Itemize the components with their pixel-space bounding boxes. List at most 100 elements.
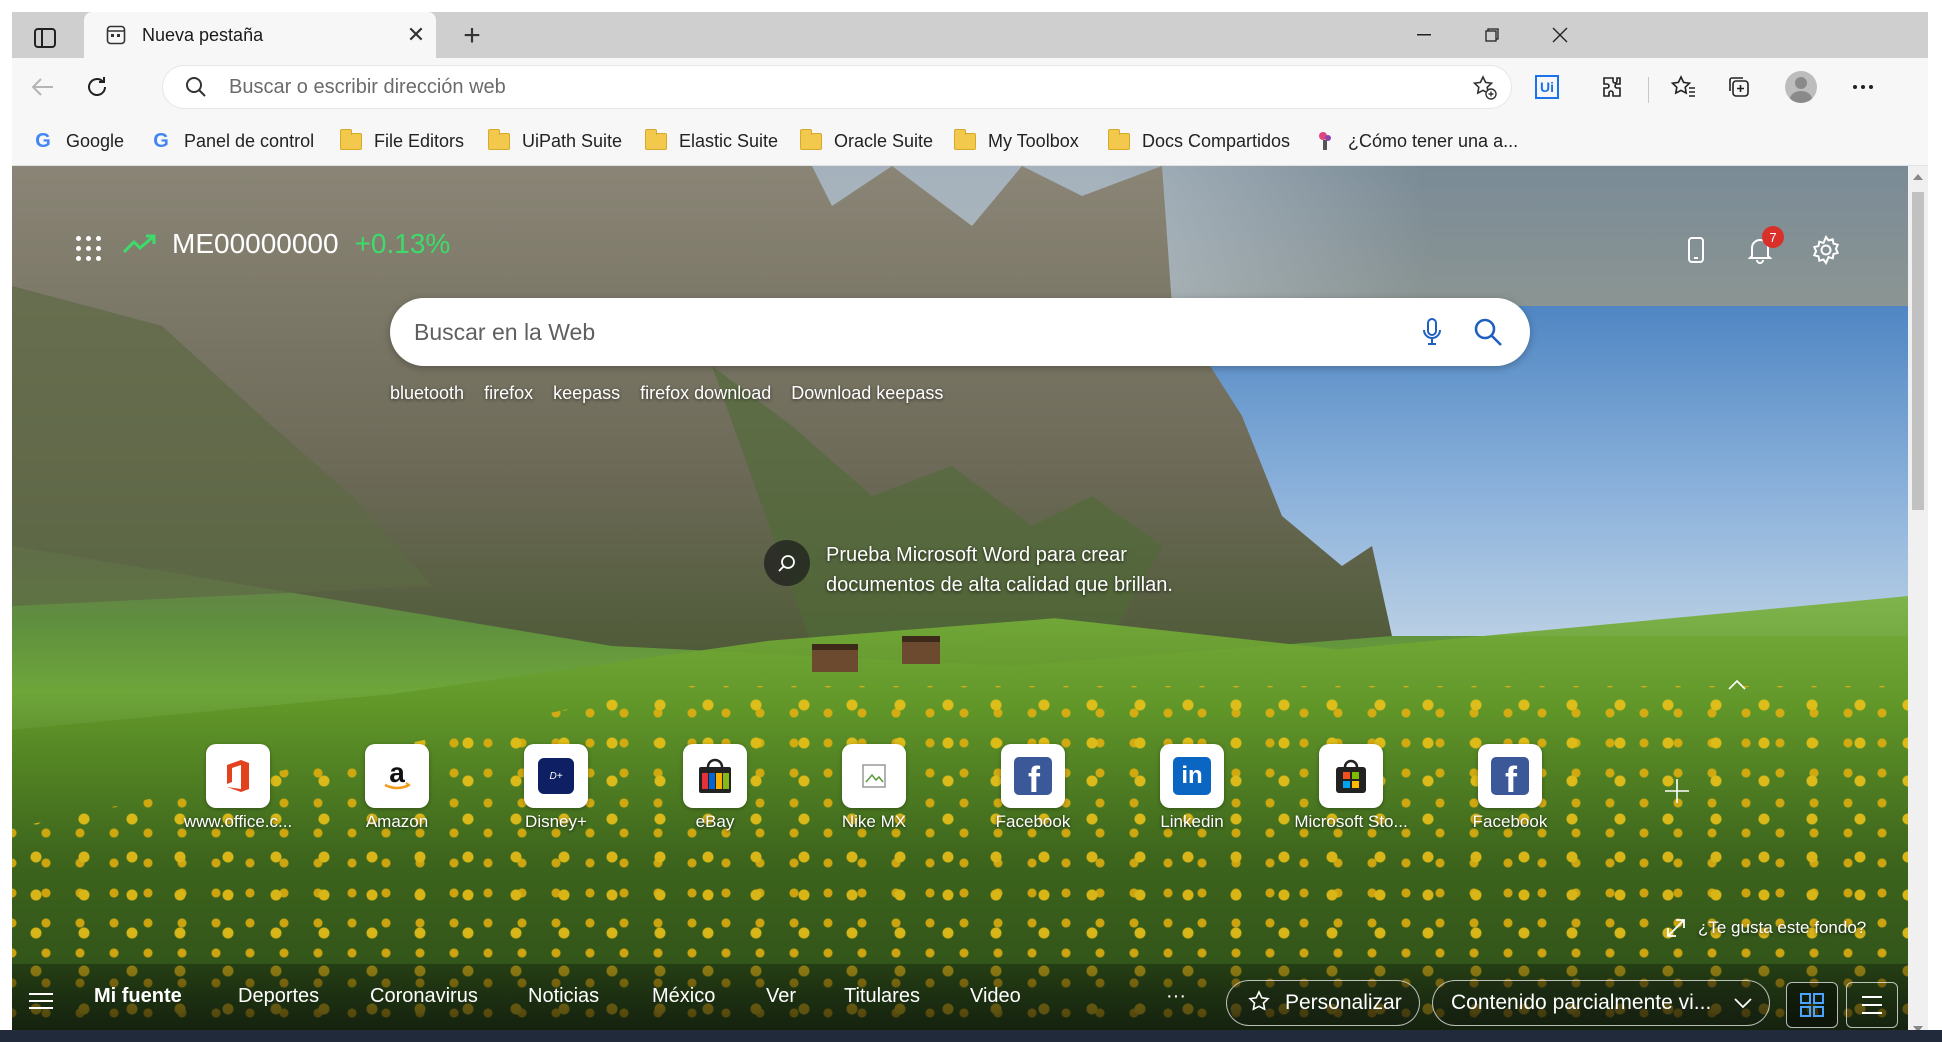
- gear-icon: [1812, 235, 1840, 265]
- folder-icon: [1108, 128, 1130, 151]
- trending-item[interactable]: firefox download: [640, 383, 771, 404]
- add-site-button[interactable]: [1652, 766, 1702, 816]
- address-bar[interactable]: Buscar o escribir dirección web: [162, 65, 1512, 109]
- search-icon: [186, 77, 206, 97]
- grid-view-icon: [1800, 993, 1824, 1017]
- quick-link-tile[interactable]: Nike MX: [818, 744, 930, 832]
- bookmark-como-tener[interactable]: ¿Cómo tener una a...: [1314, 127, 1518, 155]
- bookmark-label: Google: [66, 130, 125, 151]
- uipath-extension-button[interactable]: Ui: [1526, 67, 1568, 107]
- page-icon: [1314, 131, 1336, 151]
- close-window-button[interactable]: [1526, 12, 1594, 58]
- folder-icon: [488, 128, 510, 151]
- quick-link-tile[interactable]: eBay: [659, 744, 771, 832]
- new-tab-page: ME00000000 +0.13% 7 Buscar en la Web blu…: [12, 166, 1908, 1042]
- tab-nueva-pestana[interactable]: Nueva pestaña ✕: [84, 12, 436, 58]
- bookmark-elastic-suite[interactable]: Elastic Suite: [645, 127, 778, 155]
- tile-label: www.office.c...: [183, 812, 293, 831]
- tile-label: Amazon: [365, 812, 429, 831]
- feed-tab-video[interactable]: Video: [970, 985, 1021, 1008]
- bookmark-oracle-suite[interactable]: Oracle Suite: [800, 127, 933, 155]
- promo-banner[interactable]: Prueba Microsoft Word para crear documen…: [764, 540, 1206, 600]
- trending-item[interactable]: Download keepass: [791, 383, 943, 404]
- trending-item[interactable]: firefox: [484, 383, 533, 404]
- quick-link-tile[interactable]: f Facebook: [977, 744, 1089, 832]
- bookmark-my-toolbox[interactable]: My Toolbox: [954, 127, 1079, 155]
- content-visibility-label: Contenido parcialmente vi...: [1451, 991, 1712, 1014]
- feed-tab-mi-fuente[interactable]: Mi fuente: [94, 985, 182, 1008]
- search-submit-icon[interactable]: [1460, 304, 1516, 360]
- bookmark-docs-compartidos[interactable]: Docs Compartidos: [1108, 127, 1290, 155]
- personalize-button[interactable]: Personalizar: [1226, 980, 1420, 1026]
- amazon-icon: a: [365, 744, 429, 808]
- page-settings-button[interactable]: [1808, 232, 1844, 268]
- restore-button[interactable]: [1458, 12, 1526, 58]
- profile-button[interactable]: [1780, 67, 1822, 107]
- taskbar-strip: [0, 1030, 1942, 1042]
- quick-link-tile[interactable]: www.office.c...: [182, 744, 294, 832]
- grid-view-button[interactable]: [1786, 982, 1838, 1028]
- broken-image-icon: [842, 744, 906, 808]
- new-tab-button[interactable]: +: [452, 18, 492, 54]
- web-search-box[interactable]: Buscar en la Web: [390, 298, 1530, 366]
- collapse-tiles-button[interactable]: [1722, 670, 1752, 700]
- scroll-thumb[interactable]: [1912, 192, 1924, 510]
- vertical-scrollbar[interactable]: [1908, 166, 1928, 1042]
- chevron-up-icon: [1728, 680, 1746, 690]
- feed-tab-coronavirus[interactable]: Coronavirus: [370, 985, 478, 1008]
- quick-link-tile[interactable]: Microsoft Sto...: [1294, 744, 1408, 832]
- quick-link-tile[interactable]: in Linkedin: [1136, 744, 1248, 832]
- back-arrow-icon: [31, 78, 53, 96]
- collections-button[interactable]: [1718, 67, 1760, 107]
- quick-link-tile[interactable]: D+ Disney+: [500, 744, 612, 832]
- favorites-button[interactable]: [1662, 67, 1704, 107]
- google-icon: G: [35, 129, 51, 152]
- feed-tab-noticias[interactable]: Noticias: [528, 985, 599, 1008]
- quick-link-tile[interactable]: f Facebook: [1454, 744, 1566, 832]
- promo-text: Prueba Microsoft Word para crear documen…: [826, 544, 1173, 596]
- tab-actions-button[interactable]: [22, 21, 68, 55]
- feed-tab-titulares[interactable]: Titulares: [844, 985, 920, 1008]
- tile-label: Microsoft Sto...: [1294, 812, 1408, 831]
- feed-tab-ver[interactable]: Ver: [766, 985, 796, 1008]
- ticker-change: +0.13%: [354, 228, 451, 259]
- minimize-icon: [1417, 34, 1431, 36]
- ticker-symbol: ME00000000: [172, 228, 339, 259]
- feed-tab-deportes[interactable]: Deportes: [238, 985, 319, 1008]
- expand-icon: [1667, 919, 1685, 937]
- quick-link-tile[interactable]: a Amazon: [341, 744, 453, 832]
- like-background-link[interactable]: ¿Te gusta este fondo?: [1666, 918, 1866, 938]
- facebook-icon: f: [1001, 744, 1065, 808]
- feed-menu-button[interactable]: [28, 992, 54, 1015]
- bookmark-file-editors[interactable]: File Editors: [340, 127, 464, 155]
- refresh-button[interactable]: [76, 67, 118, 107]
- apps-launcher-button[interactable]: [76, 236, 102, 262]
- list-view-button[interactable]: [1846, 982, 1898, 1028]
- trending-item[interactable]: keepass: [553, 383, 620, 404]
- linkedin-icon: in: [1160, 744, 1224, 808]
- scroll-up-arrow[interactable]: [1913, 174, 1923, 180]
- ebay-icon: [683, 744, 747, 808]
- trending-item[interactable]: bluetooth: [390, 383, 464, 404]
- feed-tab-mexico[interactable]: México: [652, 985, 715, 1008]
- bookmark-label: ¿Cómo tener una a...: [1348, 130, 1519, 151]
- add-favorite-icon[interactable]: [1471, 74, 1497, 100]
- back-button[interactable]: [22, 67, 64, 107]
- bookmark-uipath-suite[interactable]: UiPath Suite: [488, 127, 622, 155]
- bookmark-label: Docs Compartidos: [1142, 130, 1291, 151]
- stock-ticker[interactable]: ME00000000 +0.13%: [122, 228, 450, 260]
- settings-menu-button[interactable]: [1842, 67, 1884, 107]
- microphone-icon[interactable]: [1404, 304, 1460, 360]
- notifications-button[interactable]: 7: [1742, 226, 1784, 268]
- minimize-button[interactable]: [1390, 12, 1458, 58]
- promo-search-icon: [764, 540, 810, 586]
- facebook-icon: f: [1478, 744, 1542, 808]
- bookmark-google[interactable]: G Google: [32, 127, 124, 155]
- bookmark-panel-de-control[interactable]: G Panel de control: [150, 127, 314, 155]
- new-tab-page-icon: [104, 23, 128, 47]
- content-visibility-dropdown[interactable]: Contenido parcialmente vi...: [1432, 980, 1770, 1026]
- extensions-button[interactable]: [1592, 67, 1634, 107]
- close-tab-button[interactable]: ✕: [396, 15, 436, 55]
- mobile-button[interactable]: [1678, 232, 1714, 268]
- feed-more-button[interactable]: ···: [1166, 985, 1186, 1008]
